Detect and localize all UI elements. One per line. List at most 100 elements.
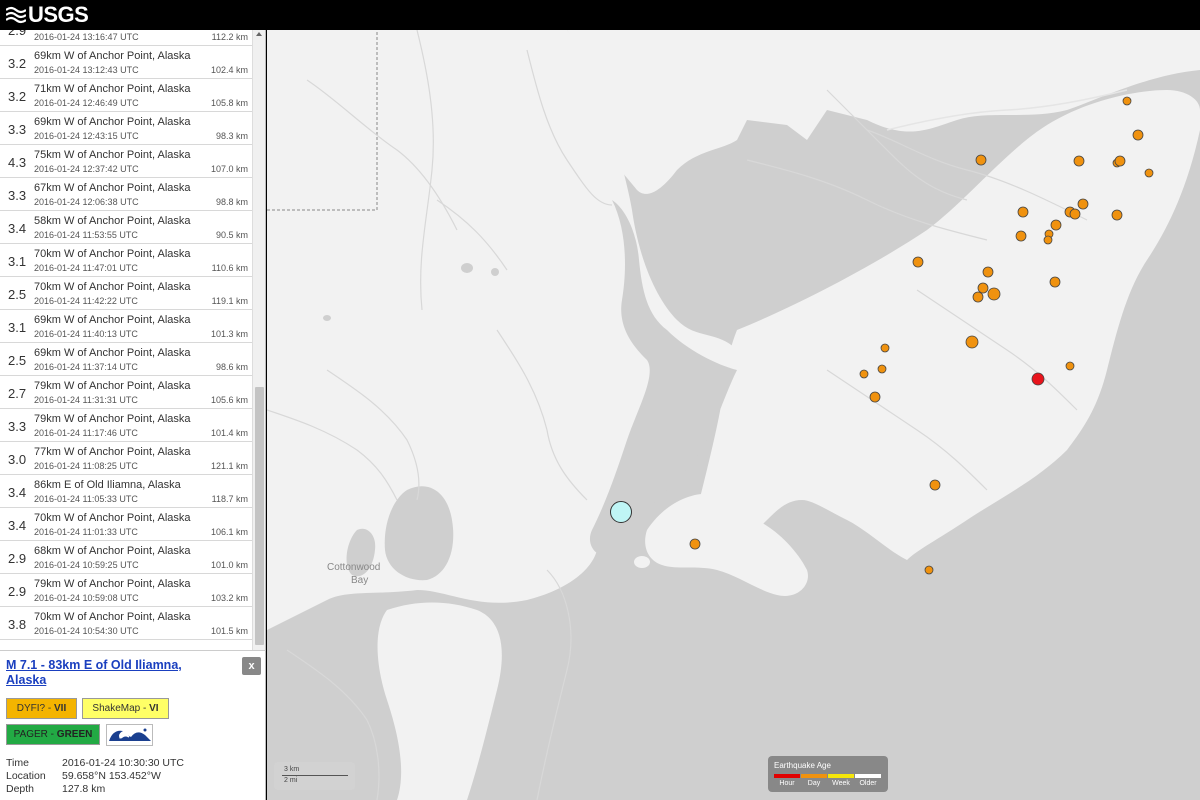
eq-depth: 102.4 km <box>210 65 248 75</box>
list-item[interactable]: 2.7 79km W of Anchor Point, Alaska 2016-01… <box>0 376 252 409</box>
list-item[interactable]: 3.0 77km W of Anchor Point, Alaska 2016-01… <box>0 442 252 475</box>
earthquake-marker[interactable] <box>987 287 1001 301</box>
earthquake-marker[interactable] <box>859 369 869 379</box>
earthquake-marker[interactable] <box>1114 155 1126 167</box>
earthquake-marker[interactable] <box>975 154 987 166</box>
eq-place: 70km W of Anchor Point, Alaska <box>34 611 191 623</box>
list-item[interactable]: 2.5 70km W of Anchor Point, Alaska 2016-01… <box>0 277 252 310</box>
eq-time: 2016-01-24 12:46:49 UTC <box>34 98 139 108</box>
earthquake-marker[interactable] <box>1049 276 1061 288</box>
eq-depth: 103.2 km <box>210 593 248 603</box>
earthquake-marker[interactable] <box>877 364 887 374</box>
eq-magnitude: 3.4 <box>8 518 27 533</box>
eq-depth: 118.7 km <box>211 494 248 504</box>
eq-place: 71km W of Anchor Point, Alaska <box>34 83 191 95</box>
event-title-link[interactable]: M 7.1 - 83km E of Old Iliamna, Alaska <box>6 658 216 688</box>
pager-label: PAGER - <box>13 729 57 740</box>
pager-badge[interactable]: PAGER - GREEN <box>6 724 100 745</box>
scroll-up-arrow-icon[interactable] <box>256 32 262 36</box>
tsunami-icon[interactable] <box>106 724 153 746</box>
eq-place: 58km W of Anchor Point, Alaska <box>34 215 191 227</box>
eq-time: 2016-01-24 10:59:08 UTC <box>34 593 139 603</box>
list-item[interactable]: 3.2 69km W of Anchor Point, Alaska 2016-01… <box>0 46 252 79</box>
usgs-wave-icon <box>6 6 26 24</box>
time-value: 2016-01-24 10:30:30 UTC <box>62 757 184 769</box>
lake-3 <box>323 315 331 321</box>
earthquake-marker[interactable] <box>1073 155 1085 167</box>
list-item[interactable]: 3.2 71km W of Anchor Point, Alaska 2016-01… <box>0 79 252 112</box>
eq-place: 69km W of Anchor Point, Alaska <box>34 347 191 359</box>
list-scrollbar[interactable] <box>252 30 265 650</box>
list-item[interactable]: 3.1 70km W of Anchor Point, Alaska 2016-01… <box>0 244 252 277</box>
list-item[interactable]: 3.4 58km W of Anchor Point, Alaska 2016-01… <box>0 211 252 244</box>
scale-line <box>282 775 348 776</box>
eq-magnitude: 3.1 <box>8 254 27 269</box>
list-item[interactable]: 3.3 69km W of Anchor Point, Alaska 2016-01… <box>0 112 252 145</box>
eq-magnitude: 2.5 <box>8 287 27 302</box>
list-item[interactable]: 3.3 67km W of Anchor Point, Alaska 2016-01… <box>0 178 252 211</box>
eq-place: 70km W of Anchor Point, Alaska <box>34 248 191 260</box>
list-item[interactable]: 2.9 79km W of Anchor Point, Alaska 2016-01… <box>0 574 252 607</box>
earthquake-marker[interactable] <box>1065 361 1075 371</box>
earthquake-marker[interactable] <box>977 282 989 294</box>
list-item[interactable]: 3.3 79km W of Anchor Point, Alaska 2016-01… <box>0 409 252 442</box>
list-item[interactable]: 3.4 70km W of Anchor Point, Alaska 2016-01… <box>0 508 252 541</box>
earthquake-marker[interactable] <box>965 335 979 349</box>
earthquake-marker-recent[interactable] <box>1031 372 1045 386</box>
list-item[interactable]: 3.4 86km E of Old Iliamna, Alaska 2016-01-… <box>0 475 252 508</box>
eq-depth: 105.6 km <box>210 395 248 405</box>
eq-time: 2016-01-24 12:37:42 UTC <box>34 164 139 174</box>
shakemap-badge[interactable]: ShakeMap - VI <box>82 698 169 719</box>
land-southwest <box>377 602 502 800</box>
earthquake-marker[interactable] <box>1132 129 1144 141</box>
event-detail-panel: M 7.1 - 83km E of Old Iliamna, Alaska x … <box>0 650 266 800</box>
list-item[interactable]: 2.9 68km W of Anchor Point, Alaska 2016-01… <box>0 541 252 574</box>
eq-depth: 98.3 km <box>215 131 248 141</box>
earthquake-marker[interactable] <box>1122 96 1132 106</box>
earthquake-marker[interactable] <box>1069 208 1081 220</box>
eq-place: 68km W of Anchor Point, Alaska <box>34 545 191 557</box>
earthquake-marker[interactable] <box>972 291 984 303</box>
eq-depth: 121.1 km <box>210 461 248 471</box>
earthquake-marker[interactable] <box>924 565 934 575</box>
eq-magnitude: 4.3 <box>8 155 27 170</box>
eq-time: 2016-01-24 13:16:47 UTC <box>34 32 139 42</box>
earthquake-marker[interactable] <box>1077 198 1089 210</box>
usgs-logo[interactable]: USGS <box>6 2 89 27</box>
list-item[interactable]: 3.8 70km W of Anchor Point, Alaska 2016-01… <box>0 607 252 640</box>
close-button[interactable]: x <box>242 657 261 675</box>
earthquake-marker[interactable] <box>689 538 701 550</box>
eq-magnitude: 2.9 <box>8 551 27 566</box>
list-item[interactable]: 3.1 69km W of Anchor Point, Alaska 2016-01… <box>0 310 252 343</box>
earthquake-marker[interactable] <box>1111 209 1123 221</box>
legend-label-hour: Hour <box>779 780 795 787</box>
eq-time: 2016-01-24 11:47:01 UTC <box>34 263 138 273</box>
eq-magnitude: 3.4 <box>8 221 27 236</box>
earthquake-marker[interactable] <box>929 479 941 491</box>
time-label: Time <box>6 757 29 769</box>
dyfi-badge[interactable]: DYFI? - VII <box>6 698 77 719</box>
legend-label-week: Week <box>832 780 850 787</box>
eq-place: 77km W of Anchor Point, Alaska <box>34 446 191 458</box>
legend-title: Earthquake Age <box>774 761 831 770</box>
earthquake-marker[interactable] <box>880 343 890 353</box>
earthquake-marker[interactable] <box>1017 206 1029 218</box>
eq-place: 69km W of Anchor Point, Alaska <box>34 314 191 326</box>
earthquake-marker[interactable] <box>1050 219 1062 231</box>
map-view[interactable]: Cottonwood Bay <box>267 30 1200 800</box>
earthquake-list-panel[interactable]: 2.9 2016-01-24 13:16:47 UTC 112.2 km 3.2 69k… <box>0 30 266 650</box>
scroll-thumb[interactable] <box>255 387 264 645</box>
earthquake-marker[interactable] <box>912 256 924 268</box>
mainshock-marker[interactable] <box>610 501 632 523</box>
earthquake-marker[interactable] <box>1144 168 1154 178</box>
depth-label: Depth <box>6 783 35 795</box>
earthquake-marker[interactable] <box>869 391 881 403</box>
list-item[interactable]: 4.3 75km W of Anchor Point, Alaska 2016-01… <box>0 145 252 178</box>
list-item[interactable]: 2.9 2016-01-24 13:16:47 UTC 112.2 km <box>0 30 252 46</box>
list-item[interactable]: 2.5 69km W of Anchor Point, Alaska 2016-01… <box>0 343 252 376</box>
earthquake-marker[interactable] <box>1043 235 1053 245</box>
eq-place: 75km W of Anchor Point, Alaska <box>34 149 191 161</box>
eq-magnitude: 3.4 <box>8 485 27 500</box>
earthquake-marker[interactable] <box>1015 230 1027 242</box>
earthquake-marker[interactable] <box>982 266 994 278</box>
